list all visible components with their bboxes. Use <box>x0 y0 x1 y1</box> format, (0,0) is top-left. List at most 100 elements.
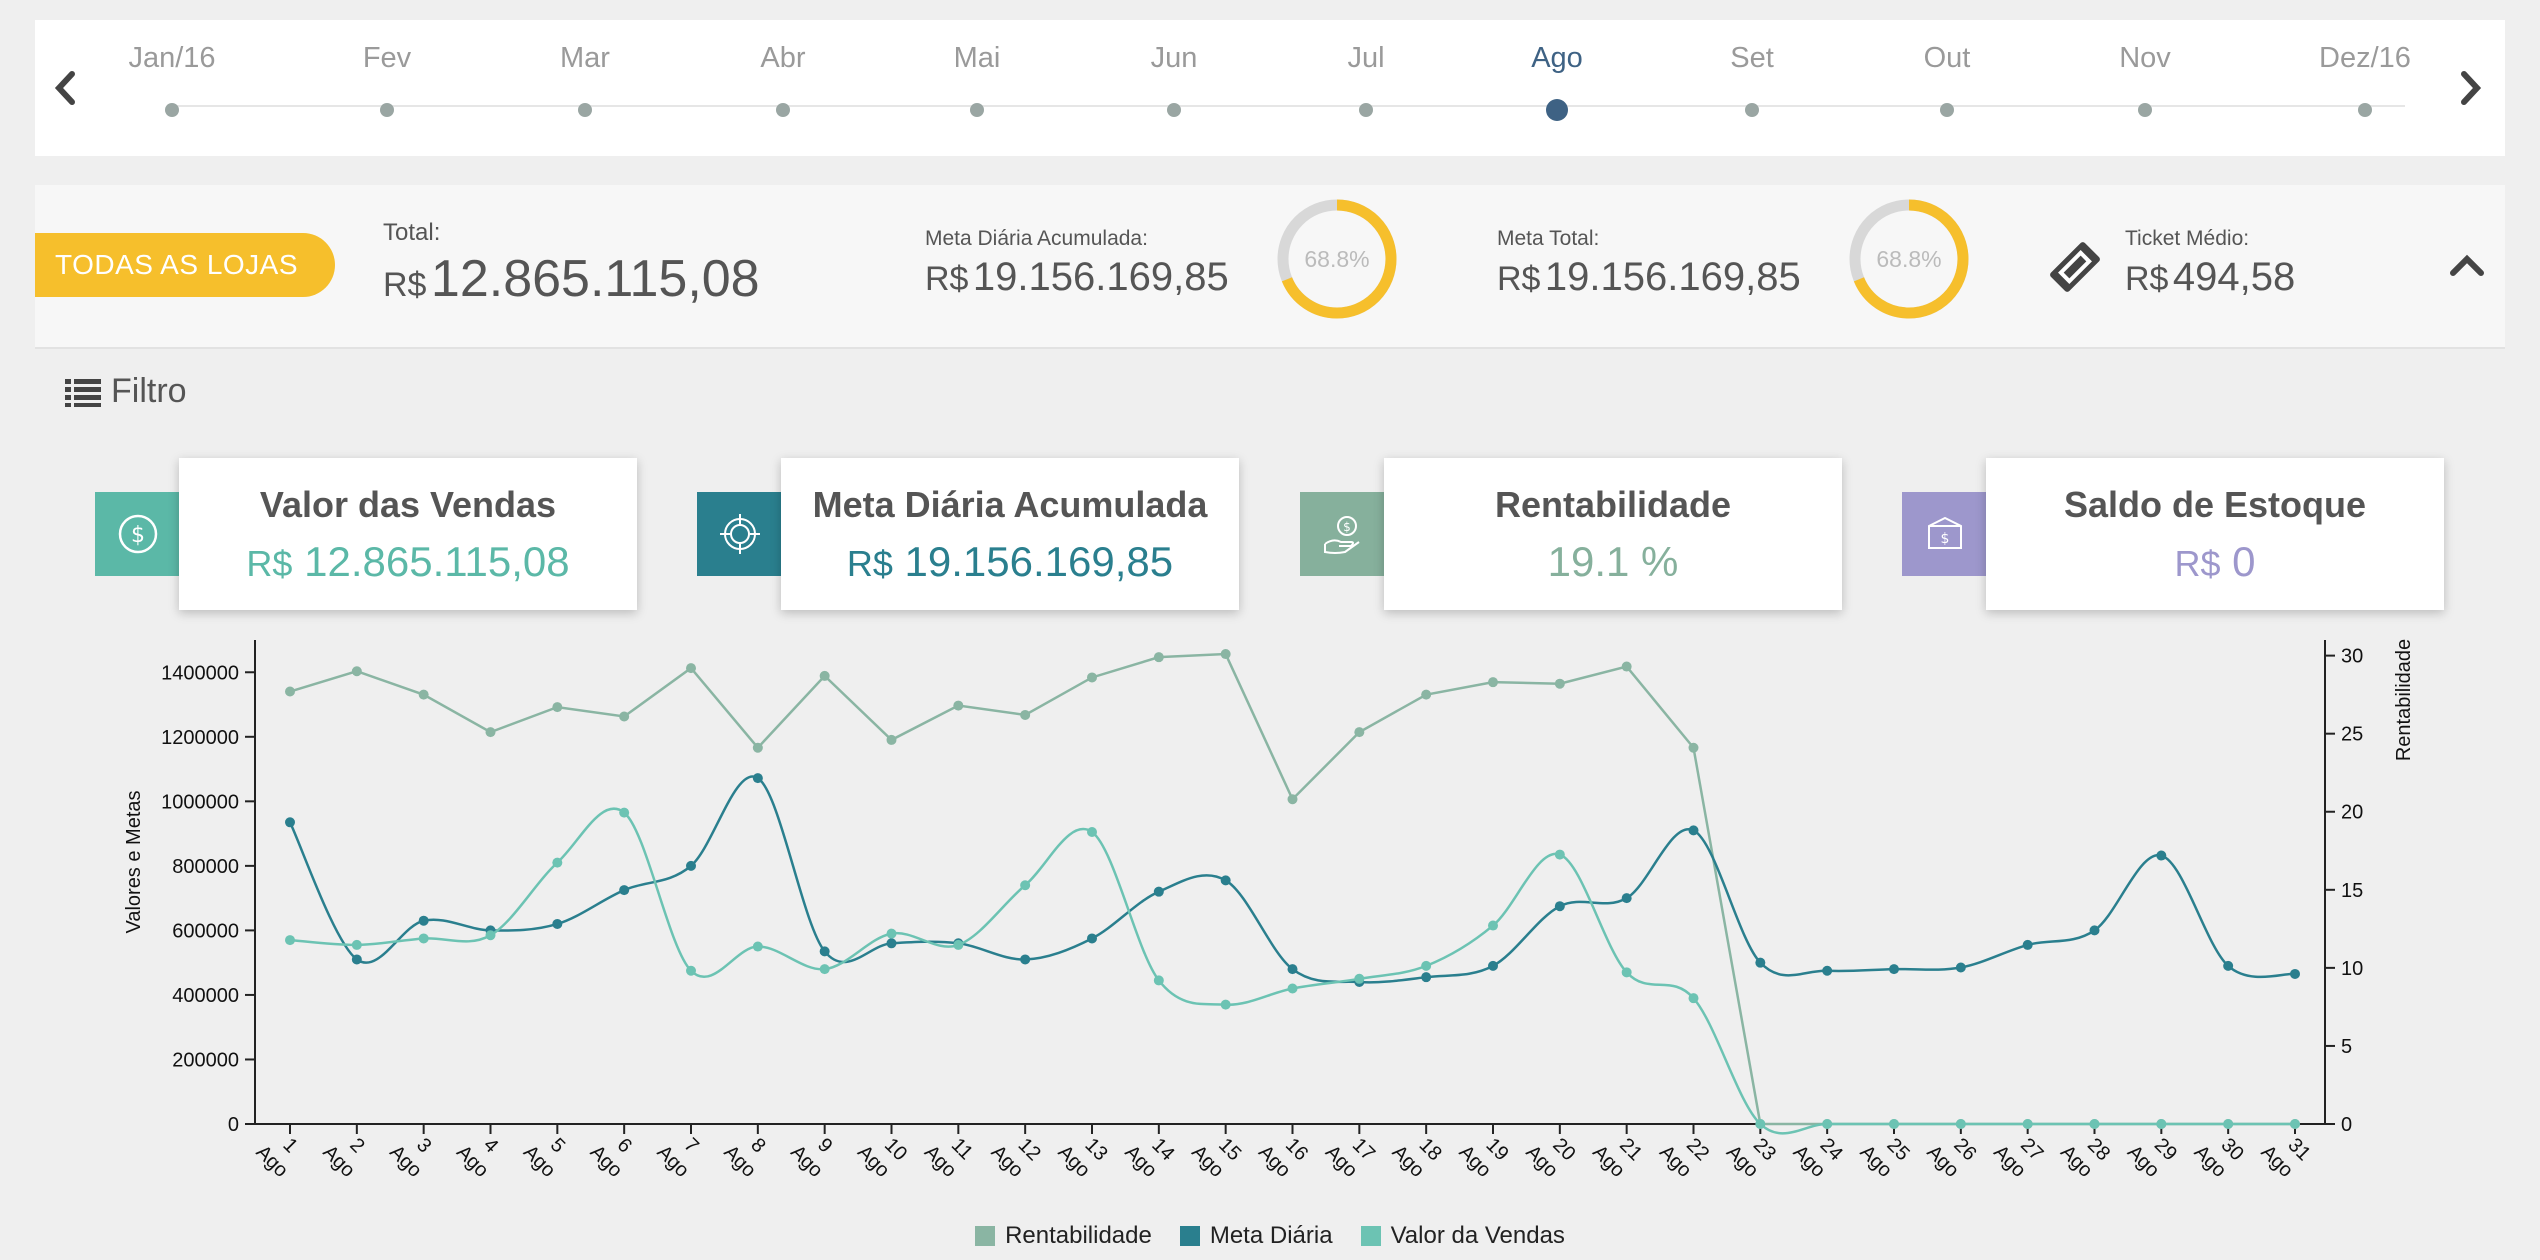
x-tick-day: 30 <box>2217 1134 2248 1165</box>
x-tick-label: 7Ago <box>653 1124 711 1182</box>
kpi-card-meta-diaria: Meta Diária Acumulada R$ 19.156.169,85 <box>781 458 1239 610</box>
y-tick-label: 1200000 <box>161 727 239 749</box>
series-point-0 <box>686 663 696 674</box>
series-point-0 <box>1621 661 1632 672</box>
x-tick-day: 12 <box>1014 1134 1045 1165</box>
x-tick-day: 1 <box>278 1134 301 1157</box>
x-tick-month: Ago <box>2123 1141 2164 1182</box>
legend-item-valor-vendas[interactable]: Valor da Vendas <box>1360 1222 1565 1250</box>
series-point-2 <box>1087 826 1097 837</box>
x-tick-month: Ago <box>1588 1141 1629 1182</box>
x-tick-day: 31 <box>2283 1134 2314 1165</box>
month-label: Jul <box>1347 42 1385 74</box>
series-point-1 <box>2089 925 2100 936</box>
chevron-right-icon[interactable] <box>2451 68 2491 108</box>
series-point-2 <box>2223 1119 2234 1129</box>
x-tick-day: 21 <box>1615 1134 1646 1165</box>
month-item[interactable]: Nov <box>2075 42 2215 117</box>
kpi-title: Rentabilidade <box>1494 484 1732 525</box>
series-point-2 <box>351 939 362 950</box>
meta-diaria-label: Meta Diária Acumulada: <box>925 227 1148 250</box>
series-point-2 <box>1354 973 1365 984</box>
x-tick-label: 9Ago <box>786 1124 844 1182</box>
series-point-1 <box>351 954 362 965</box>
kpi-number: 19.156.169,85 <box>904 538 1174 585</box>
month-item[interactable]: Jan/16 <box>102 42 242 117</box>
series-point-2 <box>1287 983 1298 994</box>
x-tick-day: 27 <box>2016 1134 2047 1165</box>
y2-tick-label: 5 <box>2341 1036 2352 1058</box>
series-point-1 <box>1554 901 1565 912</box>
series-point-2 <box>2022 1119 2033 1129</box>
series-point-0 <box>1688 742 1699 753</box>
series-line-1 <box>288 775 2296 984</box>
x-tick-month: Ago <box>1521 1141 1562 1182</box>
x-tick-label: 1Ago <box>252 1124 310 1182</box>
x-tick-day: 16 <box>1281 1134 1312 1165</box>
month-label: Jun <box>1150 42 1198 74</box>
x-tick-label: 29Ago <box>2123 1124 2181 1182</box>
chevron-left-icon[interactable] <box>45 68 85 108</box>
legend-item-meta-diaria[interactable]: Meta Diária <box>1179 1222 1333 1250</box>
series-point-1 <box>1822 965 1833 976</box>
month-item[interactable]: Jun <box>1104 42 1244 117</box>
month-item[interactable]: Mar <box>515 42 655 117</box>
month-item[interactable]: Dez/16 <box>2295 42 2435 117</box>
series-point-1 <box>1421 972 1432 983</box>
x-tick-label: 28Ago <box>2056 1124 2114 1182</box>
x-tick-month: Ago <box>1655 1141 1696 1182</box>
kpi-number: 0 <box>2232 538 2256 585</box>
x-tick-label: 19Ago <box>1455 1124 1513 1182</box>
series-point-0 <box>1020 709 1031 720</box>
legend-item-rentabilidade[interactable]: Rentabilidade <box>975 1222 1152 1250</box>
series-point-1 <box>2022 939 2033 950</box>
x-tick-month: Ago <box>653 1141 694 1182</box>
x-tick-label: 27Ago <box>1989 1124 2047 1182</box>
month-label: Dez/16 <box>2319 42 2411 74</box>
filter-button[interactable]: Filtro <box>65 372 187 411</box>
filter-label: Filtro <box>111 372 187 410</box>
x-tick-day: 29 <box>2150 1134 2181 1165</box>
x-tick-label: 22Ago <box>1655 1124 1713 1182</box>
series-point-2 <box>285 935 295 946</box>
month-item[interactable]: Abr <box>713 42 853 117</box>
x-tick-label: 6Ago <box>586 1124 644 1182</box>
series-point-0 <box>1755 1119 1766 1129</box>
series-point-2 <box>1020 880 1031 891</box>
meta-diaria-progress-ring: 68.8% <box>1277 199 1397 319</box>
month-item[interactable]: Mai <box>907 42 1047 117</box>
x-tick-day: 5 <box>546 1134 569 1157</box>
meta-diaria-percent: 68.8% <box>1304 246 1369 272</box>
x-tick-day: 7 <box>679 1134 702 1157</box>
x-tick-label: 25Ago <box>1856 1124 1914 1182</box>
all-stores-button[interactable]: TODAS AS LOJAS <box>35 233 335 297</box>
month-item[interactable]: Fev <box>317 42 457 117</box>
x-tick-label: 8Ago <box>719 1124 777 1182</box>
month-dot <box>1359 103 1373 117</box>
x-tick-month: Ago <box>987 1141 1028 1182</box>
x-tick-label: 15Ago <box>1187 1124 1245 1182</box>
chevron-up-icon[interactable] <box>2447 245 2487 285</box>
month-item[interactable]: Jul <box>1296 42 1436 117</box>
series-point-1 <box>953 938 964 949</box>
series-point-0 <box>1889 1119 1899 1129</box>
series-point-0 <box>2089 1119 2100 1129</box>
month-item[interactable]: Ago <box>1487 42 1627 121</box>
meta-total-currency: R$ <box>1497 260 1541 298</box>
month-item[interactable]: Out <box>1877 42 2017 117</box>
x-tick-day: 18 <box>1415 1134 1446 1165</box>
meta-total-number: 19.156.169,85 <box>1544 255 1801 299</box>
timeline-track <box>170 105 2405 107</box>
x-tick-label: 4Ago <box>452 1124 510 1182</box>
target-icon <box>697 492 783 576</box>
x-tick-day: 24 <box>1816 1134 1847 1165</box>
month-item[interactable]: Set <box>1682 42 1822 117</box>
y2-tick-label: 30 <box>2341 646 2363 668</box>
y-tick-label: 400000 <box>172 985 239 1007</box>
series-point-0 <box>1822 1119 1833 1129</box>
kpi-currency: R$ <box>2174 543 2221 584</box>
month-label: Set <box>1730 42 1774 74</box>
x-tick-day: 28 <box>2083 1134 2114 1165</box>
series-point-1 <box>819 946 830 957</box>
hand-coin-icon: $ <box>1300 492 1386 576</box>
